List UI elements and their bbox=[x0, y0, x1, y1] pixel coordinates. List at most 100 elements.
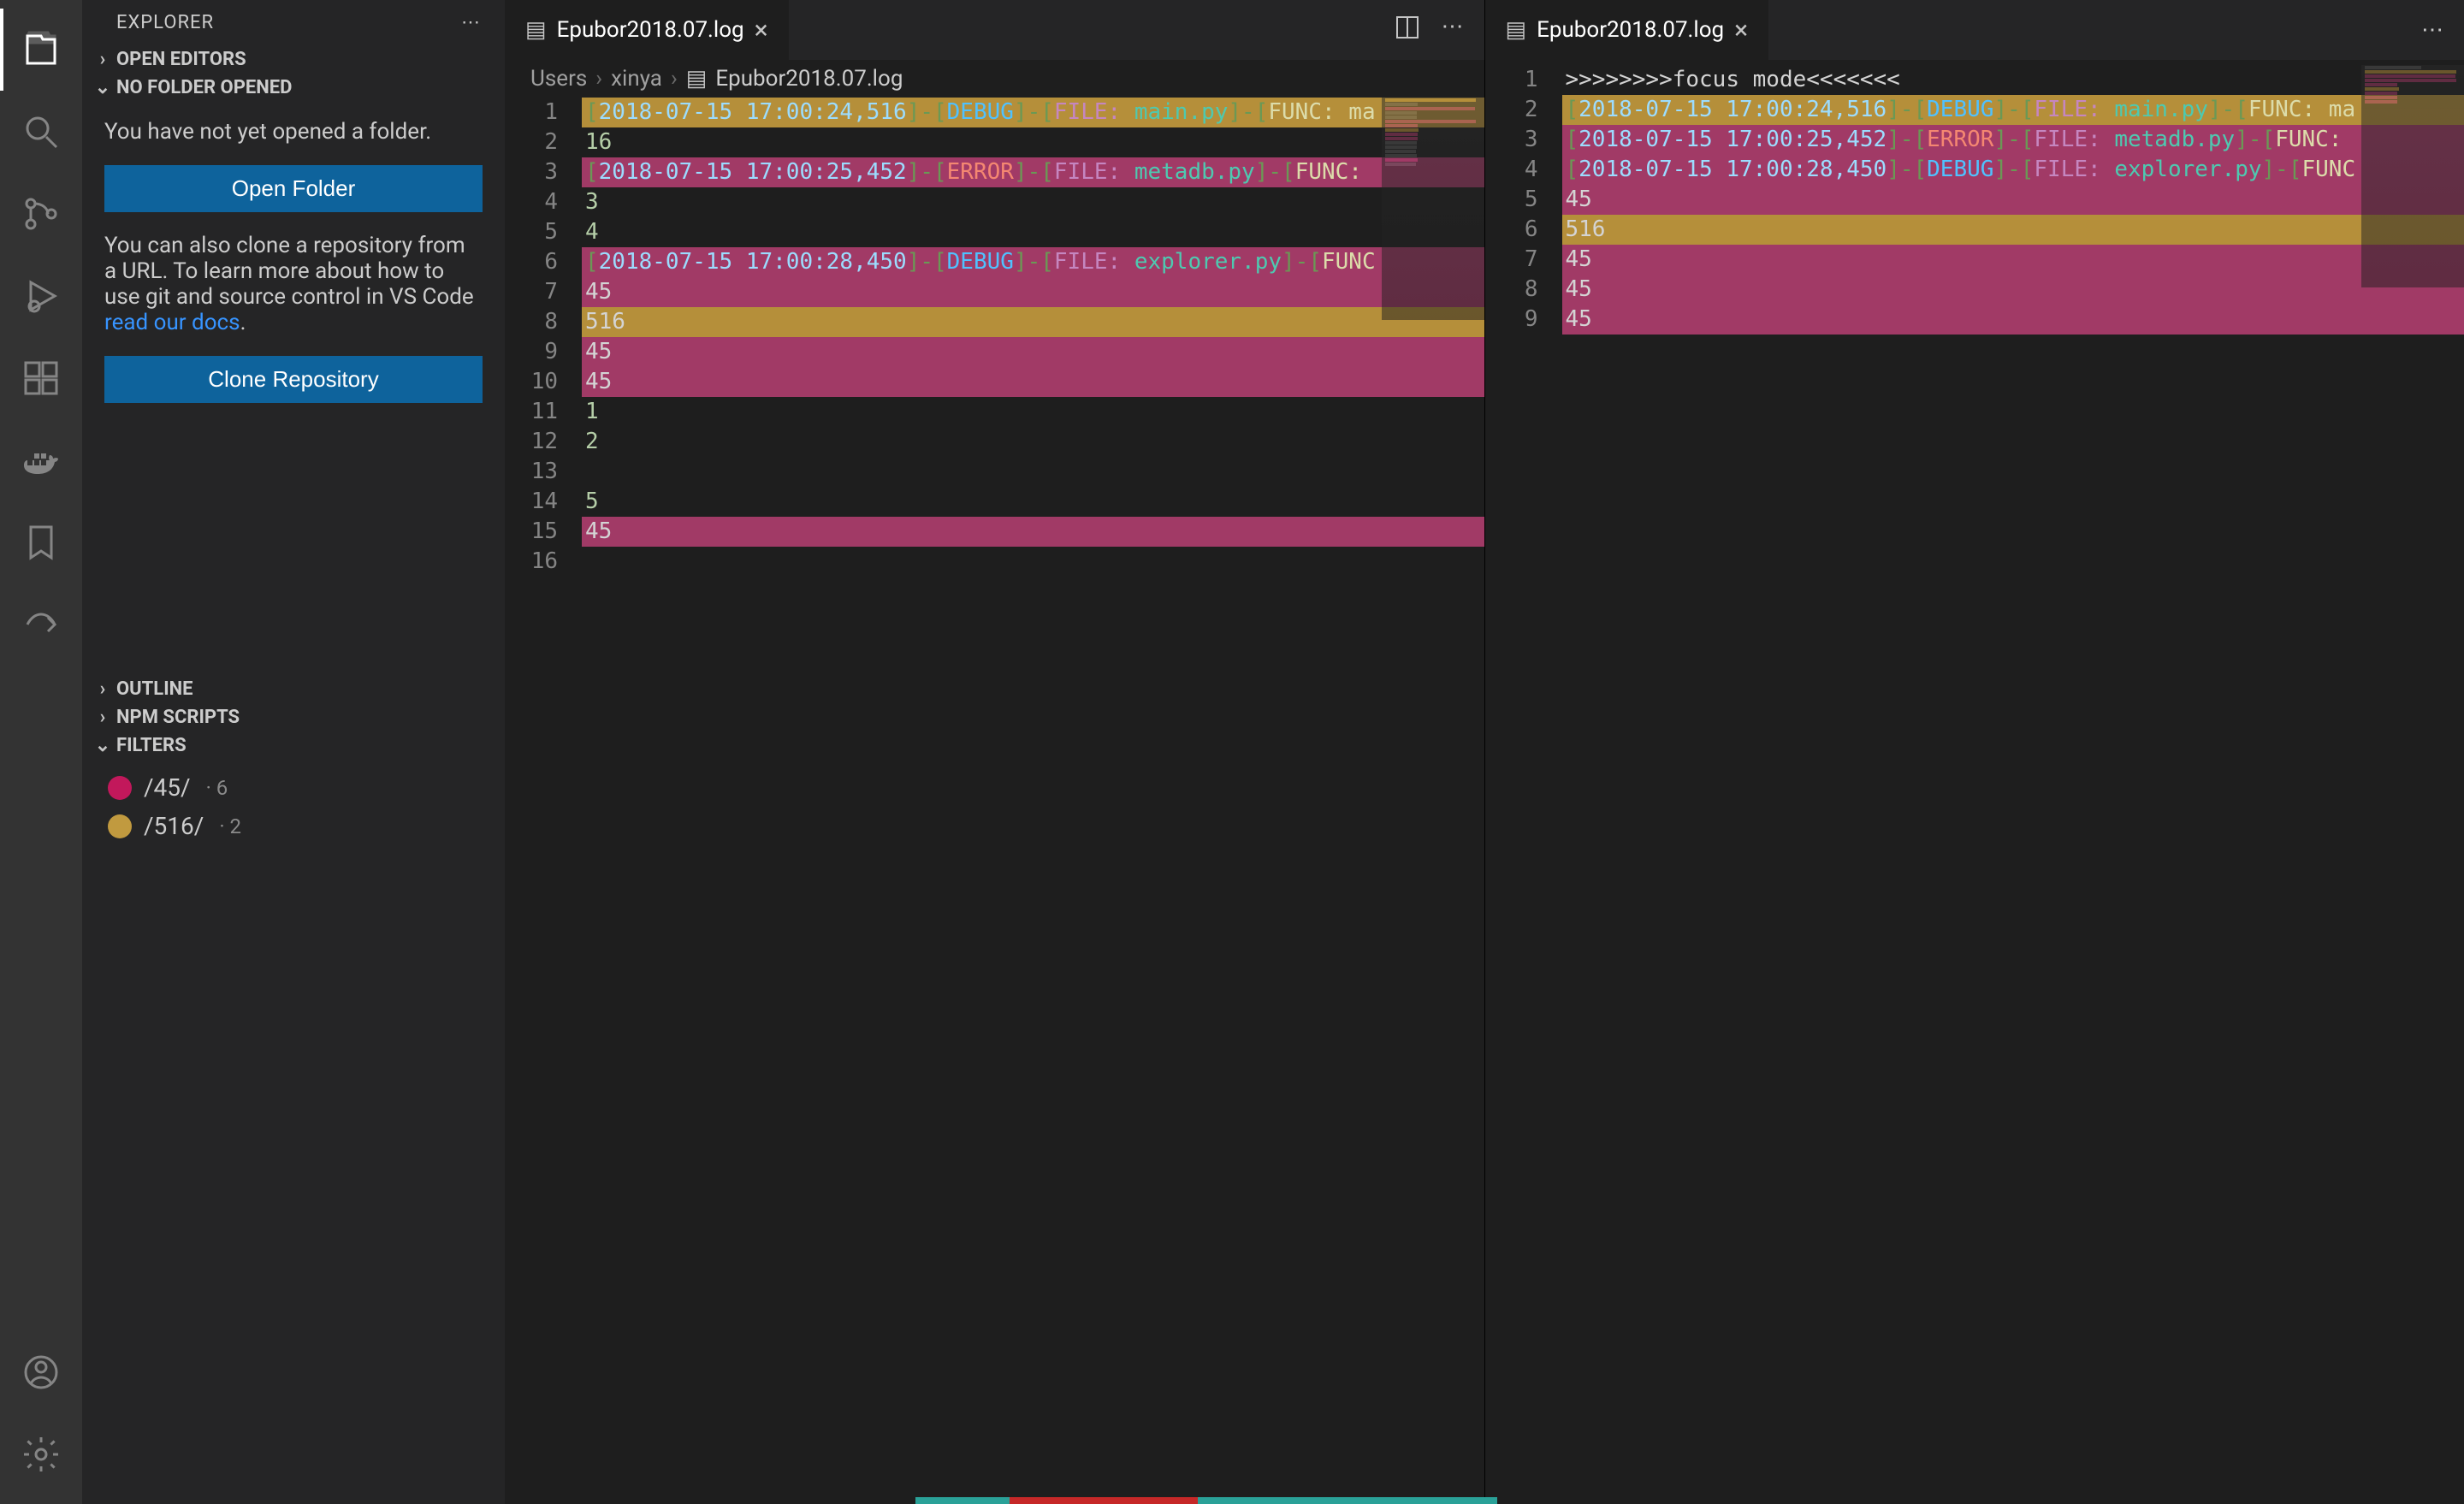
filter-color-dot bbox=[108, 776, 132, 800]
no-folder-body: You have not yet opened a folder. Open F… bbox=[82, 102, 505, 441]
tab-left-label: Epubor2018.07.log bbox=[557, 17, 744, 43]
chevron-right-icon: › bbox=[89, 707, 116, 728]
code-line[interactable] bbox=[582, 457, 1484, 487]
read-docs-link[interactable]: read our docs bbox=[104, 310, 240, 335]
breadcrumb-file[interactable]: Epubor2018.07.log bbox=[715, 66, 903, 92]
gutter-left: 12345678910111213141516 bbox=[505, 98, 582, 1504]
chevron-right-icon: › bbox=[595, 66, 602, 92]
open-folder-button[interactable]: Open Folder bbox=[104, 165, 483, 212]
tabs-left: ▤ Epubor2018.07.log × ⋯ bbox=[505, 0, 1484, 60]
code-line[interactable]: 1 bbox=[582, 397, 1484, 427]
tab-right[interactable]: ▤ Epubor2018.07.log × bbox=[1485, 0, 1770, 60]
explorer-icon[interactable] bbox=[0, 9, 82, 91]
chevron-right-icon: › bbox=[89, 49, 116, 70]
section-open-editors[interactable]: › OPEN EDITORS bbox=[82, 45, 505, 74]
code-line[interactable]: [2018-07-15 17:00:24,516]-[DEBUG]-[FILE:… bbox=[1562, 95, 2464, 125]
filter-row[interactable]: /45/ · 6 bbox=[99, 768, 488, 807]
tabs-right: ▤ Epubor2018.07.log × ⋯ bbox=[1485, 0, 2464, 60]
code-line[interactable] bbox=[582, 547, 1484, 577]
code-line[interactable]: 45 bbox=[582, 367, 1484, 397]
code-line[interactable]: 5 bbox=[582, 487, 1484, 517]
minimap-left[interactable] bbox=[1382, 98, 1484, 320]
chevron-right-icon: › bbox=[671, 66, 678, 92]
section-outline[interactable]: › OUTLINE bbox=[82, 675, 505, 703]
code-line[interactable]: [2018-07-15 17:00:28,450]-[DEBUG]-[FILE:… bbox=[582, 247, 1484, 277]
code-line[interactable]: [2018-07-15 17:00:24,516]-[DEBUG]-[FILE:… bbox=[582, 98, 1484, 127]
filter-row[interactable]: /516/ · 2 bbox=[99, 807, 488, 845]
code-area-right[interactable]: 123456789 >>>>>>>>focus mode<<<<<<<[2018… bbox=[1485, 65, 2464, 1504]
npm-scripts-label: NPM SCRIPTS bbox=[116, 707, 240, 728]
code-line[interactable]: 45 bbox=[582, 277, 1484, 307]
close-icon[interactable]: × bbox=[755, 15, 768, 45]
settings-icon[interactable] bbox=[0, 1413, 82, 1495]
filter-count: · 2 bbox=[219, 814, 241, 838]
minimap-right[interactable] bbox=[2361, 65, 2464, 287]
file-icon: ▤ bbox=[686, 66, 708, 92]
split-editor-icon[interactable] bbox=[1394, 14, 1421, 47]
tab-right-label: Epubor2018.07.log bbox=[1537, 17, 1724, 43]
file-icon: ▤ bbox=[1506, 17, 1527, 43]
chevron-down-icon: ⌄ bbox=[89, 77, 116, 98]
docker-icon[interactable] bbox=[0, 419, 82, 501]
section-no-folder[interactable]: ⌄ NO FOLDER OPENED bbox=[82, 74, 505, 102]
code-line[interactable]: 45 bbox=[582, 517, 1484, 547]
outline-label: OUTLINE bbox=[116, 678, 193, 700]
filter-color-dot bbox=[108, 814, 132, 838]
chevron-down-icon: ⌄ bbox=[89, 735, 116, 756]
section-filters[interactable]: ⌄ FILTERS bbox=[82, 731, 505, 760]
status-seg bbox=[915, 1497, 1010, 1504]
clone-repository-button[interactable]: Clone Repository bbox=[104, 356, 483, 403]
breadcrumb-seg[interactable]: xinya bbox=[611, 66, 662, 92]
run-debug-icon[interactable] bbox=[0, 255, 82, 337]
breadcrumb-seg[interactable]: Users bbox=[530, 66, 587, 92]
editors-area: ▤ Epubor2018.07.log × ⋯ Users › xinya › … bbox=[505, 0, 2464, 1504]
code-line[interactable]: 516 bbox=[1562, 215, 2464, 245]
code-line[interactable]: [2018-07-15 17:00:25,452]-[ERROR]-[FILE:… bbox=[1562, 125, 2464, 155]
tab-left[interactable]: ▤ Epubor2018.07.log × bbox=[505, 0, 790, 60]
filters-body: /45/ · 6 /516/ · 2 bbox=[82, 760, 505, 854]
code-line[interactable]: 45 bbox=[1562, 185, 2464, 215]
status-seg bbox=[1198, 1497, 1497, 1504]
filter-pattern: /45/ bbox=[144, 773, 191, 802]
code-line[interactable]: 16 bbox=[582, 127, 1484, 157]
file-icon: ▤ bbox=[525, 17, 547, 43]
filters-label: FILTERS bbox=[116, 735, 187, 756]
code-area-left[interactable]: 12345678910111213141516 [2018-07-15 17:0… bbox=[505, 98, 1484, 1504]
search-icon[interactable] bbox=[0, 91, 82, 173]
sidebar-title: EXPLORER bbox=[116, 12, 214, 33]
code-line[interactable]: [2018-07-15 17:00:28,450]-[DEBUG]-[FILE:… bbox=[1562, 155, 2464, 185]
breadcrumb-left[interactable]: Users › xinya › ▤ Epubor2018.07.log bbox=[505, 60, 1484, 98]
code-line[interactable]: 45 bbox=[1562, 305, 2464, 335]
more-actions-icon[interactable]: ⋯ bbox=[1442, 14, 1464, 47]
editor-group-left: ▤ Epubor2018.07.log × ⋯ Users › xinya › … bbox=[505, 0, 1485, 1504]
extensions-icon[interactable] bbox=[0, 337, 82, 419]
clone-msg: You can also clone a repository from a U… bbox=[104, 233, 483, 335]
code-line[interactable]: 516 bbox=[582, 307, 1484, 337]
code-lines-left[interactable]: [2018-07-15 17:00:24,516]-[DEBUG]-[FILE:… bbox=[582, 98, 1484, 1504]
clone-msg-period: . bbox=[240, 310, 246, 335]
editor-group-right: ▤ Epubor2018.07.log × ⋯ 123456789 >>>>>>… bbox=[1485, 0, 2464, 1504]
section-npm-scripts[interactable]: › NPM SCRIPTS bbox=[82, 703, 505, 731]
code-line[interactable]: 45 bbox=[1562, 245, 2464, 275]
code-line[interactable]: 4 bbox=[582, 217, 1484, 247]
sidebar-more-icon[interactable]: ⋯ bbox=[461, 12, 481, 33]
status-seg bbox=[1010, 1497, 1198, 1504]
code-line[interactable]: [2018-07-15 17:00:25,452]-[ERROR]-[FILE:… bbox=[582, 157, 1484, 187]
code-line[interactable]: 3 bbox=[582, 187, 1484, 217]
sidebar: EXPLORER ⋯ › OPEN EDITORS ⌄ NO FOLDER OP… bbox=[82, 0, 505, 1504]
share-icon[interactable] bbox=[0, 583, 82, 666]
code-line[interactable]: 45 bbox=[1562, 275, 2464, 305]
close-icon[interactable]: × bbox=[1734, 15, 1748, 45]
no-folder-msg: You have not yet opened a folder. bbox=[104, 119, 483, 145]
chevron-right-icon: › bbox=[89, 678, 116, 700]
source-control-icon[interactable] bbox=[0, 173, 82, 255]
account-icon[interactable] bbox=[0, 1331, 82, 1413]
more-actions-icon[interactable]: ⋯ bbox=[2421, 17, 2443, 43]
code-line[interactable]: >>>>>>>>focus mode<<<<<<< bbox=[1562, 65, 2464, 95]
code-lines-right[interactable]: >>>>>>>>focus mode<<<<<<<[2018-07-15 17:… bbox=[1562, 65, 2464, 1504]
code-line[interactable]: 2 bbox=[582, 427, 1484, 457]
bookmark-icon[interactable] bbox=[0, 501, 82, 583]
code-line[interactable]: 45 bbox=[582, 337, 1484, 367]
activity-bar bbox=[0, 0, 82, 1504]
filter-count: · 6 bbox=[206, 776, 228, 800]
